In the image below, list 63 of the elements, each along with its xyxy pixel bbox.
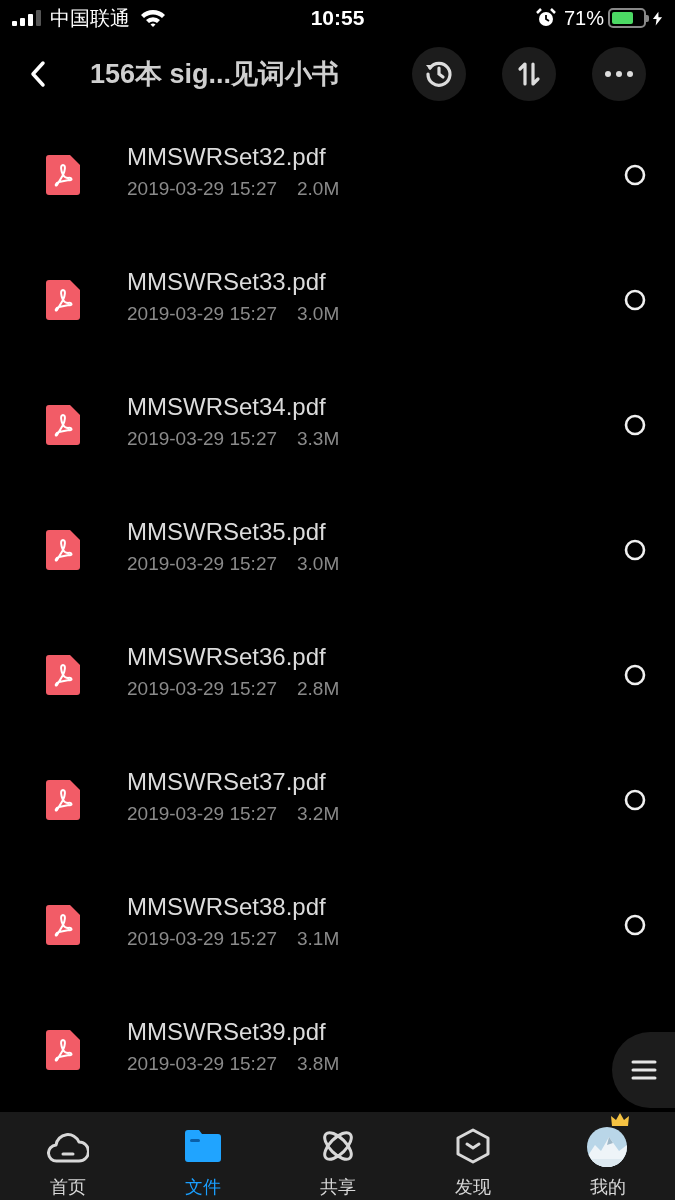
file-size: 2.0M <box>297 177 340 201</box>
history-icon <box>424 59 454 89</box>
wifi-icon <box>140 9 166 27</box>
more-button[interactable] <box>592 47 646 101</box>
select-circle[interactable] <box>624 163 646 186</box>
pdf-file-icon <box>46 779 80 820</box>
file-date: 2019-03-29 15:27 <box>127 552 277 576</box>
file-date: 2019-03-29 15:27 <box>127 302 277 326</box>
select-circle[interactable] <box>624 538 646 561</box>
hexagon-icon <box>455 1128 490 1164</box>
sort-icon <box>516 61 542 87</box>
file-size: 3.0M <box>297 302 340 326</box>
select-circle[interactable] <box>624 663 646 686</box>
tab-item[interactable]: 首页 <box>0 1112 135 1200</box>
back-icon <box>30 60 46 88</box>
file-size: 2.8M <box>297 677 340 701</box>
battery-percent: 71% <box>563 6 604 31</box>
file-date: 2019-03-29 15:27 <box>127 1052 277 1076</box>
tab-item[interactable]: 共享 <box>270 1112 405 1200</box>
pdf-file-icon <box>46 654 80 695</box>
file-name[interactable]: MMSWRSet37.pdf <box>127 767 340 797</box>
pdf-file-icon <box>46 404 80 445</box>
file-name[interactable]: MMSWRSet36.pdf <box>127 642 340 672</box>
file-date: 2019-03-29 15:27 <box>127 427 277 451</box>
file-size: 3.8M <box>297 1052 340 1076</box>
tab-item[interactable]: 发现 <box>405 1112 540 1200</box>
crown-icon <box>610 1113 629 1127</box>
tab-item[interactable]: 文件 <box>135 1112 270 1200</box>
file-name[interactable]: MMSWRSet38.pdf <box>127 892 340 922</box>
file-name[interactable]: MMSWRSet39.pdf <box>127 1017 340 1047</box>
file-date: 2019-03-29 15:27 <box>127 177 277 201</box>
folder-icon <box>184 1130 221 1162</box>
pdf-file-icon <box>46 1029 80 1070</box>
carrier-name: 中国联通 <box>50 6 130 31</box>
folder-title: 156本 sig...见词小书 <box>90 57 340 91</box>
pdf-file-icon <box>46 904 80 945</box>
alarm-icon <box>535 8 556 28</box>
file-name[interactable]: MMSWRSet35.pdf <box>127 517 340 547</box>
list-menu-button[interactable] <box>612 1032 675 1108</box>
file-size: 3.1M <box>297 927 340 951</box>
file-name[interactable]: MMSWRSet34.pdf <box>127 392 340 422</box>
file-name[interactable]: MMSWRSet33.pdf <box>127 267 340 297</box>
history-button[interactable] <box>412 47 466 101</box>
pdf-file-icon <box>46 279 80 320</box>
select-circle[interactable] <box>624 788 646 811</box>
file-name[interactable]: MMSWRSet32.pdf <box>127 142 340 172</box>
file-date: 2019-03-29 15:27 <box>127 677 277 701</box>
file-date: 2019-03-29 15:27 <box>127 802 277 826</box>
select-circle[interactable] <box>624 413 646 436</box>
select-circle[interactable] <box>624 913 646 936</box>
file-size: 3.0M <box>297 552 340 576</box>
file-size: 3.2M <box>297 802 340 826</box>
sort-button[interactable] <box>502 47 556 101</box>
file-size: 3.3M <box>297 427 340 451</box>
clock-time: 10:55 <box>310 5 365 32</box>
signal-icon <box>12 10 42 26</box>
pdf-file-icon <box>46 529 80 570</box>
tab-item[interactable]: 我的 <box>540 1112 675 1200</box>
more-icon <box>605 71 633 77</box>
menu-icon <box>630 1059 657 1081</box>
file-date: 2019-03-29 15:27 <box>127 927 277 951</box>
pdf-file-icon <box>46 154 80 195</box>
select-circle[interactable] <box>624 288 646 311</box>
